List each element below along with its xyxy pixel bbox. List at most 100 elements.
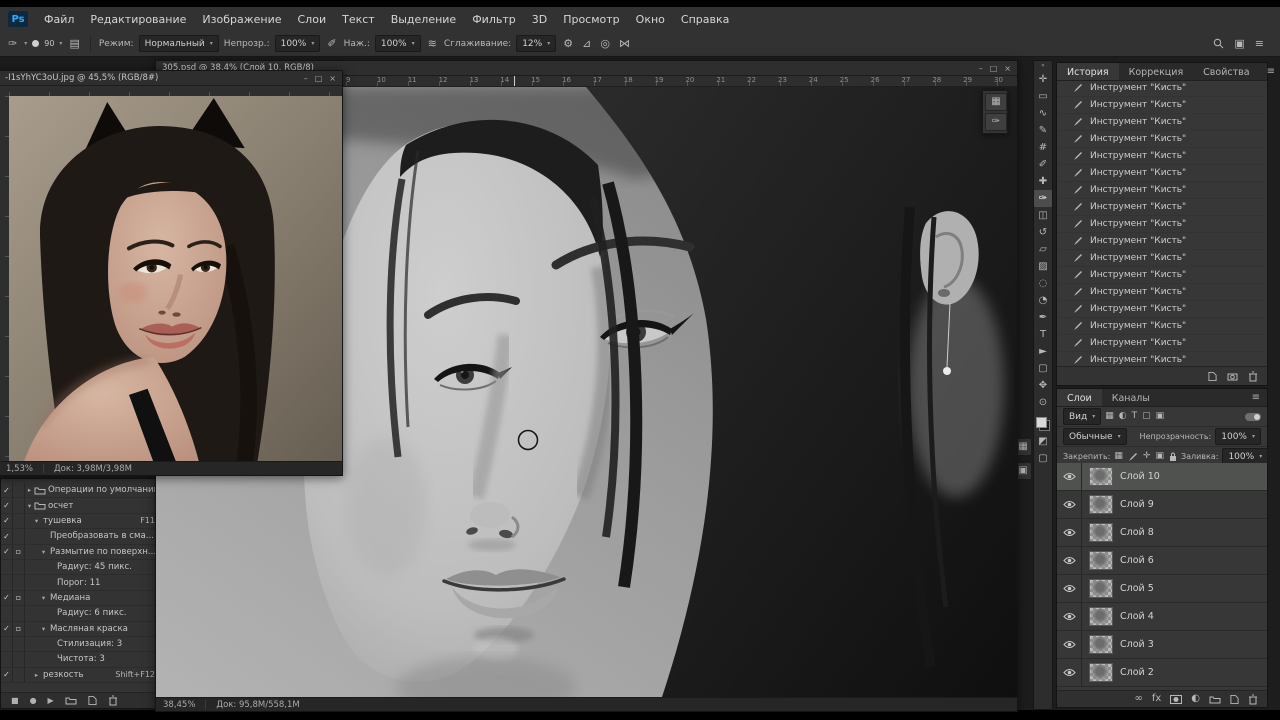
layer-thumbnail[interactable] bbox=[1089, 579, 1113, 598]
history-state[interactable]: Инструмент "Кисть" bbox=[1057, 80, 1267, 97]
layer-blend-mode-select[interactable]: Обычные ▾ bbox=[1063, 428, 1127, 445]
history-state[interactable]: Инструмент "Кисть" bbox=[1057, 267, 1267, 284]
menu-item-8[interactable]: Просмотр bbox=[555, 13, 627, 26]
tab-history[interactable]: История bbox=[1057, 63, 1119, 80]
history-state[interactable]: Инструмент "Кисть" bbox=[1057, 335, 1267, 352]
layer-thumbnail[interactable] bbox=[1089, 635, 1113, 654]
brush-tool-icon[interactable]: ✑ bbox=[1034, 190, 1052, 207]
lock-transparency-icon[interactable]: ▦ bbox=[1114, 452, 1123, 461]
action-row[interactable]: Стилизация: 3 bbox=[1, 637, 159, 652]
action-check[interactable] bbox=[1, 560, 13, 574]
restore-icon[interactable]: □ bbox=[315, 74, 323, 83]
filter-shape-layers-icon[interactable]: ▢ bbox=[1142, 412, 1151, 421]
layer-visibility-eye-icon[interactable] bbox=[1057, 491, 1082, 518]
layer-row[interactable]: Слой 6 bbox=[1057, 547, 1267, 575]
lock-position-icon[interactable]: ✛ bbox=[1143, 452, 1151, 461]
eraser-tool-icon[interactable]: ▱ bbox=[1034, 241, 1052, 258]
layer-row[interactable]: Слой 8 bbox=[1057, 519, 1267, 547]
collapsed-color-panel-icon[interactable]: ▦ bbox=[985, 93, 1007, 111]
action-dialog-toggle[interactable] bbox=[13, 668, 25, 682]
action-row[interactable]: ✓▫▾Медиана bbox=[1, 591, 159, 606]
tab-channels[interactable]: Каналы bbox=[1102, 389, 1160, 406]
reference-titlebar[interactable]: -I1sYhYC3oU.jpg @ 45,5% (RGB/8#) – □ × bbox=[0, 71, 342, 86]
action-row[interactable]: ✓Преобразовать в сма... bbox=[1, 529, 159, 544]
layer-visibility-eye-icon[interactable] bbox=[1057, 547, 1082, 574]
panel-menu-icon[interactable]: ≡ bbox=[1245, 389, 1267, 406]
menu-item-9[interactable]: Окно bbox=[628, 13, 673, 26]
workspace-switcher-icon[interactable]: ▣ bbox=[1234, 38, 1244, 49]
history-state[interactable]: Инструмент "Кисть" bbox=[1057, 114, 1267, 131]
expander-icon[interactable]: ▾ bbox=[39, 594, 48, 602]
history-state[interactable]: Инструмент "Кисть" bbox=[1057, 216, 1267, 233]
action-dialog-toggle[interactable]: ▫ bbox=[13, 622, 25, 636]
zoom-level[interactable]: 38,45% bbox=[163, 700, 195, 710]
link-layers-icon[interactable]: ∞ bbox=[1134, 694, 1142, 704]
record-icon[interactable]: ● bbox=[30, 697, 37, 705]
airbrush-icon[interactable]: ≋ bbox=[426, 37, 439, 50]
action-dialog-toggle[interactable] bbox=[13, 498, 25, 512]
blur-tool-icon[interactable]: ◌ bbox=[1034, 275, 1052, 292]
layer-visibility-eye-icon[interactable] bbox=[1057, 519, 1082, 546]
action-check[interactable]: ✓ bbox=[1, 622, 13, 636]
expander-icon[interactable]: ▾ bbox=[39, 625, 48, 633]
action-dialog-toggle[interactable] bbox=[13, 514, 25, 528]
lock-artboard-icon[interactable]: ▣ bbox=[1155, 452, 1164, 461]
expander-icon[interactable]: ▸ bbox=[25, 486, 34, 494]
history-state[interactable]: Инструмент "Кисть" bbox=[1057, 284, 1267, 301]
layer-visibility-eye-icon[interactable] bbox=[1057, 463, 1082, 490]
restore-icon[interactable]: □ bbox=[990, 64, 998, 73]
zoom-tool-icon[interactable]: ⊙ bbox=[1034, 394, 1052, 411]
action-row[interactable]: ✓▸резкостьShift+F12 bbox=[1, 668, 159, 683]
layer-row[interactable]: Слой 9 bbox=[1057, 491, 1267, 519]
layer-thumbnail[interactable] bbox=[1089, 551, 1113, 570]
action-row[interactable]: ✓▾осчет bbox=[1, 498, 159, 513]
lock-all-icon[interactable] bbox=[1169, 452, 1177, 462]
history-state[interactable]: Инструмент "Кисть" bbox=[1057, 131, 1267, 148]
quick-selection-tool-icon[interactable]: ✎ bbox=[1034, 122, 1052, 139]
lock-pixels-icon[interactable] bbox=[1128, 452, 1138, 462]
expander-icon[interactable]: ▾ bbox=[25, 502, 34, 510]
dodge-tool-icon[interactable]: ◔ bbox=[1034, 292, 1052, 309]
layer-row[interactable]: Слой 3 bbox=[1057, 631, 1267, 659]
layer-thumbnail[interactable] bbox=[1089, 523, 1113, 542]
action-folder-icon[interactable] bbox=[65, 696, 77, 705]
quick-mask-icon[interactable]: ◩ bbox=[1034, 433, 1052, 450]
flow-dropdown[interactable]: 100% ▾ bbox=[375, 35, 421, 52]
close-icon[interactable]: × bbox=[329, 74, 336, 83]
action-check[interactable]: ✓ bbox=[1, 529, 13, 543]
new-snapshot-icon[interactable] bbox=[1227, 372, 1238, 381]
history-state[interactable]: Инструмент "Кисть" bbox=[1057, 318, 1267, 335]
action-check[interactable]: ✓ bbox=[1, 545, 13, 559]
move-tool-icon[interactable]: ✛ bbox=[1034, 71, 1052, 88]
action-row[interactable]: Радиус: 45 пикс. bbox=[1, 560, 159, 575]
type-tool-icon[interactable]: T bbox=[1034, 326, 1052, 343]
filter-toggle-icon[interactable] bbox=[1245, 413, 1261, 421]
action-row[interactable]: Радиус: 6 пикс. bbox=[1, 606, 159, 621]
panel-menu-icon[interactable]: ≡ bbox=[1260, 63, 1280, 80]
action-row[interactable]: ✓▫▾Масляная краска bbox=[1, 622, 159, 637]
action-dialog-toggle[interactable] bbox=[13, 483, 25, 497]
paint-symmetry-icon[interactable]: ⋈ bbox=[617, 37, 632, 50]
action-dialog-toggle[interactable] bbox=[13, 560, 25, 574]
add-layer-mask-icon[interactable] bbox=[1170, 695, 1182, 704]
filter-adjustment-layers-icon[interactable]: ◐ bbox=[1119, 412, 1127, 421]
menu-item-6[interactable]: Фильтр bbox=[464, 13, 524, 26]
layer-thumbnail[interactable] bbox=[1089, 663, 1113, 682]
action-check[interactable] bbox=[1, 652, 13, 666]
opacity-dropdown[interactable]: 100% ▾ bbox=[275, 35, 321, 52]
shape-tool-icon[interactable]: ▢ bbox=[1034, 360, 1052, 377]
layer-opacity-select[interactable]: 100% ▾ bbox=[1215, 428, 1261, 445]
delete-state-icon[interactable] bbox=[1248, 371, 1258, 382]
toolbar-collapse-icon[interactable]: « bbox=[1034, 61, 1052, 71]
layer-row[interactable]: Слой 2 bbox=[1057, 659, 1267, 687]
menu-item-10[interactable]: Справка bbox=[673, 13, 737, 26]
action-dialog-toggle[interactable] bbox=[13, 637, 25, 651]
layer-filter-select[interactable]: Вид ▾ bbox=[1063, 408, 1101, 425]
brush-preview-icon[interactable] bbox=[32, 40, 39, 47]
zoom-level[interactable]: 1,53% bbox=[6, 464, 33, 474]
layer-visibility-eye-icon[interactable] bbox=[1057, 575, 1082, 602]
history-state[interactable]: Инструмент "Кисть" bbox=[1057, 301, 1267, 318]
smoothing-gear-icon[interactable]: ⚙ bbox=[561, 37, 575, 50]
action-dialog-toggle[interactable]: ▫ bbox=[13, 545, 25, 559]
minimize-icon[interactable]: – bbox=[979, 64, 983, 73]
